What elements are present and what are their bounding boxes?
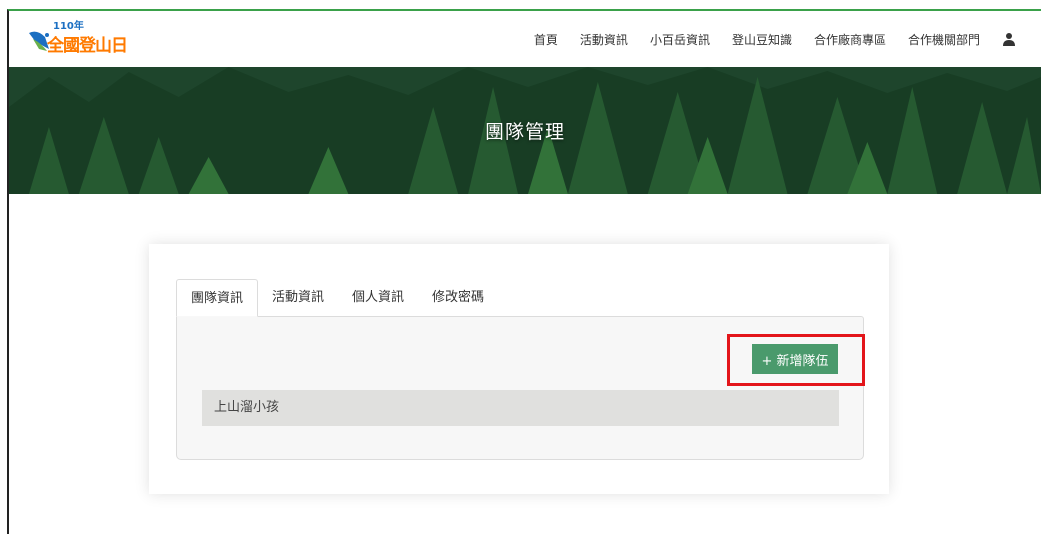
tab-change-password[interactable]: 修改密碼 <box>418 279 498 317</box>
tab-team-info[interactable]: 團隊資訊 <box>176 279 259 317</box>
user-icon[interactable] <box>1002 32 1016 46</box>
tab-bar: 團隊資訊 活動資訊 個人資訊 修改密碼 <box>176 279 498 317</box>
nav-activity-info[interactable]: 活動資訊 <box>580 31 628 48</box>
logo-year: 110年 <box>53 21 84 32</box>
nav-home[interactable]: 首頁 <box>534 31 558 48</box>
site-logo[interactable]: 110年 全國登山日 <box>27 21 147 57</box>
nav-small-peaks-info[interactable]: 小百岳資訊 <box>650 31 710 48</box>
tab-activity-info[interactable]: 活動資訊 <box>258 279 338 317</box>
team-management-card: 團隊資訊 活動資訊 個人資訊 修改密碼 + 新增隊伍 上山溜小孩 <box>149 244 889 494</box>
team-list-item[interactable]: 上山溜小孩 <box>202 390 839 426</box>
logo-text: 全國登山日 <box>47 36 128 56</box>
site-header: 110年 全國登山日 首頁 活動資訊 小百岳資訊 登山豆知識 合作廠商專區 合作… <box>9 11 1041 67</box>
tab-personal-info[interactable]: 個人資訊 <box>338 279 418 317</box>
team-info-panel: + 新增隊伍 上山溜小孩 <box>176 316 865 460</box>
main-nav: 首頁 活動資訊 小百岳資訊 登山豆知識 合作廠商專區 合作機關部門 <box>512 11 1041 67</box>
page-title: 團隊管理 <box>484 121 565 143</box>
hero-banner: 團隊管理 <box>9 67 1041 194</box>
nav-partner-agencies[interactable]: 合作機關部門 <box>908 31 980 48</box>
nav-hiking-knowledge[interactable]: 登山豆知識 <box>732 31 792 48</box>
browser-viewport: 110年 全國登山日 首頁 活動資訊 小百岳資訊 登山豆知識 合作廠商專區 合作… <box>7 9 1041 534</box>
nav-partner-vendors[interactable]: 合作廠商專區 <box>814 31 886 48</box>
add-team-button[interactable]: + 新增隊伍 <box>752 344 838 374</box>
